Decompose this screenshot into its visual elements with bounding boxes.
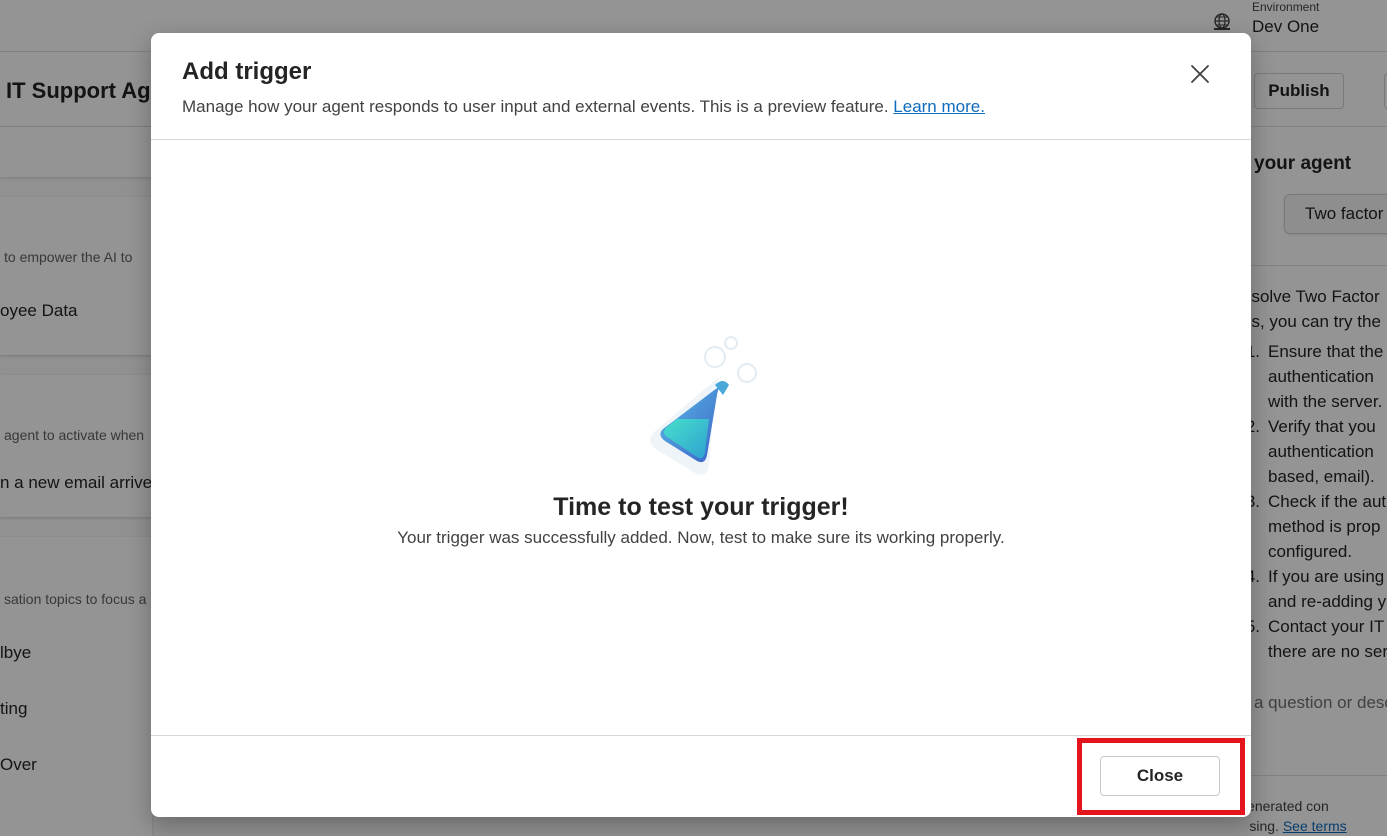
learn-more-link[interactable]: Learn more. [893, 97, 985, 116]
dialog-subtitle-text: Manage how your agent responds to user i… [182, 97, 889, 116]
close-dialog-button[interactable] [1187, 61, 1213, 87]
add-trigger-dialog: Add trigger Manage how your agent respon… [151, 33, 1251, 817]
empty-state-title: Time to test your trigger! [553, 493, 849, 521]
close-icon [1191, 65, 1209, 83]
flask-icon [650, 336, 757, 475]
footer-divider [151, 735, 1251, 736]
header-divider [151, 139, 1251, 140]
highlight-annotation [1077, 738, 1245, 815]
dialog-subtitle: Manage how your agent responds to user i… [182, 97, 985, 117]
dialog-title: Add trigger [182, 58, 312, 85]
empty-state-description: Your trigger was successfully added. Now… [397, 528, 1005, 547]
